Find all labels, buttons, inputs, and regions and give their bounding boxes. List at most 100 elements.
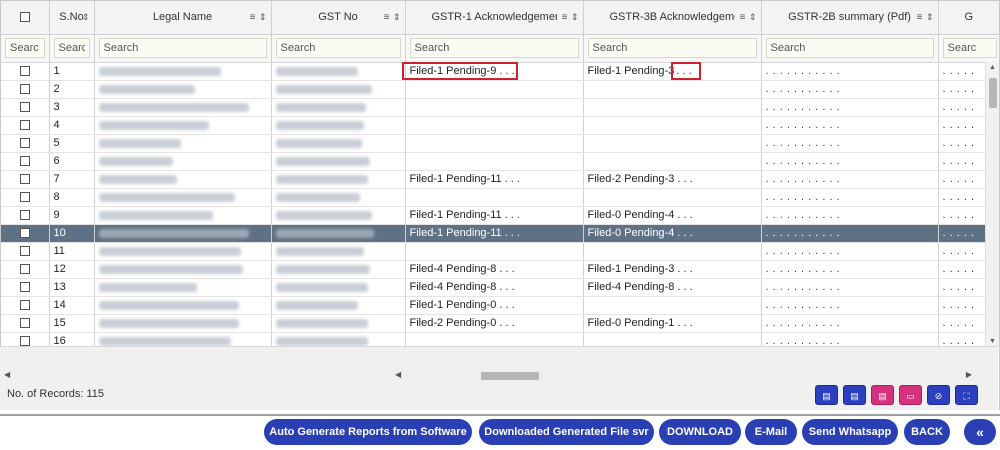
- sort-icon[interactable]: ⇕: [259, 12, 267, 23]
- gstr2b-status[interactable]: . . . . . . . . . . .: [766, 119, 841, 131]
- gstr2b-status[interactable]: . . . . . . . . . . .: [766, 227, 841, 239]
- next-column-status[interactable]: . . . . .: [943, 209, 975, 221]
- column-menu-icon[interactable]: ≡: [384, 12, 390, 23]
- gstr2b-status[interactable]: . . . . . . . . . . .: [766, 101, 841, 113]
- next-column-status[interactable]: . . . . .: [943, 263, 975, 275]
- column-header-gstr2b[interactable]: GSTR-2B summary (Pdf) ≡ ⇕: [761, 1, 939, 35]
- sort-icon[interactable]: ⇕: [571, 12, 579, 23]
- row-checkbox[interactable]: [19, 138, 30, 149]
- column-header-legal-name[interactable]: Legal Name ≡ ⇕: [94, 1, 272, 35]
- table-row[interactable]: 14 Filed-1 Pending-0 . . . . . . . . . . .…: [1, 296, 999, 315]
- gstr2b-status[interactable]: . . . . . . . . . . .: [766, 137, 841, 149]
- row-checkbox[interactable]: [19, 318, 30, 329]
- next-column-status[interactable]: . . . . .: [943, 83, 975, 95]
- table-row[interactable]: 1 Filed-1 Pending-9 . . . Filed-1 Pending-…: [1, 62, 999, 81]
- column-menu-icon[interactable]: ≡: [250, 12, 256, 23]
- gstr2b-status[interactable]: . . . . . . . . . . .: [766, 245, 841, 257]
- export-pdf-button[interactable]: ▤: [871, 385, 894, 405]
- next-column-status[interactable]: . . . . .: [943, 317, 975, 329]
- export-folder-button[interactable]: ▭: [899, 385, 922, 405]
- sort-icon[interactable]: ⇕: [926, 12, 934, 23]
- export-text-button[interactable]: ▤: [843, 385, 866, 405]
- vertical-scroll-thumb[interactable]: [989, 78, 997, 108]
- column-header-gst-no[interactable]: GST No ≡ ⇕: [271, 1, 406, 35]
- email-button[interactable]: E-Mail: [745, 419, 797, 445]
- row-checkbox[interactable]: [19, 282, 30, 293]
- gstr2b-status[interactable]: . . . . . . . . . . .: [766, 155, 841, 167]
- table-row[interactable]: 15 Filed-2 Pending-0 . . . Filed-0 Pending…: [1, 314, 999, 333]
- filter-input-gstr2b[interactable]: [765, 38, 934, 58]
- filter-input-gstr3b[interactable]: [587, 38, 757, 58]
- gstr2b-status[interactable]: . . . . . . . . . . .: [766, 209, 841, 221]
- send-whatsapp-button[interactable]: Send Whatsapp: [802, 419, 898, 445]
- vertical-scrollbar[interactable]: ▲ ▼: [985, 62, 999, 347]
- column-header-sno[interactable]: S.No ⇕: [49, 1, 95, 35]
- column-header-gstr3b[interactable]: GSTR-3B Acknowledgeme ≡ ⇕: [583, 1, 762, 35]
- row-checkbox[interactable]: [19, 264, 30, 275]
- gstr2b-status[interactable]: . . . . . . . . . . .: [766, 263, 841, 275]
- column-menu-icon[interactable]: ≡: [740, 12, 746, 23]
- select-all-checkbox[interactable]: [19, 12, 30, 23]
- row-checkbox[interactable]: [19, 300, 30, 311]
- collapse-icon[interactable]: «: [964, 419, 996, 445]
- filter-input-select[interactable]: [5, 38, 45, 58]
- table-row[interactable]: 6 . . . . . . . . . . . . . . . .: [1, 152, 999, 171]
- table-row[interactable]: 5 . . . . . . . . . . . . . . . .: [1, 134, 999, 153]
- auto-generate-reports-button[interactable]: Auto Generate Reports from Software: [264, 419, 472, 445]
- sort-icon[interactable]: ⇕: [749, 12, 757, 23]
- gstr2b-status[interactable]: . . . . . . . . . . .: [766, 299, 841, 311]
- next-column-status[interactable]: . . . . .: [943, 137, 975, 149]
- row-checkbox[interactable]: [19, 246, 30, 257]
- table-row[interactable]: 8 . . . . . . . . . . . . . . . .: [1, 188, 999, 207]
- column-menu-icon[interactable]: ≡: [562, 12, 568, 23]
- table-row[interactable]: 13 Filed-4 Pending-8 . . . Filed-4 Pending…: [1, 278, 999, 297]
- table-row[interactable]: 10 Filed-1 Pending-11 . . . Filed-0 Pendin…: [1, 224, 999, 243]
- row-checkbox[interactable]: [19, 210, 30, 221]
- horizontal-scroll-thumb[interactable]: [481, 372, 539, 380]
- row-checkbox[interactable]: [19, 174, 30, 185]
- fullscreen-button[interactable]: ⛶: [955, 385, 978, 405]
- column-header-next[interactable]: G: [938, 1, 999, 35]
- filter-input-legal-name[interactable]: [98, 38, 267, 58]
- table-row[interactable]: 3 . . . . . . . . . . . . . . . .: [1, 98, 999, 117]
- gstr2b-status[interactable]: . . . . . . . . . . .: [766, 83, 841, 95]
- scroll-left-icon[interactable]: ◀: [395, 370, 401, 379]
- horizontal-scrollbar[interactable]: ◀ ◀ ▶: [0, 369, 976, 383]
- gstr2b-status[interactable]: . . . . . . . . . . .: [766, 173, 841, 185]
- column-menu-icon[interactable]: ≡: [917, 12, 923, 23]
- scroll-left-icon[interactable]: ◀: [4, 370, 10, 379]
- table-row[interactable]: 11 . . . . . . . . . . . . . . . .: [1, 242, 999, 261]
- table-row[interactable]: 7 Filed-1 Pending-11 . . . Filed-2 Pending…: [1, 170, 999, 189]
- back-button[interactable]: BACK: [904, 419, 950, 445]
- row-checkbox[interactable]: [19, 84, 30, 95]
- row-checkbox[interactable]: [19, 102, 30, 113]
- row-checkbox[interactable]: [19, 66, 30, 77]
- filter-input-next[interactable]: [942, 38, 997, 58]
- gstr2b-status[interactable]: . . . . . . . . . . .: [766, 317, 841, 329]
- filter-input-gst-no[interactable]: [275, 38, 401, 58]
- column-header-gstr1[interactable]: GSTR-1 Acknowledgemer ≡ ⇕: [405, 1, 584, 35]
- next-column-status[interactable]: . . . . .: [943, 227, 975, 239]
- sort-icon[interactable]: ⇕: [82, 12, 90, 23]
- table-row[interactable]: 4 . . . . . . . . . . . . . . . .: [1, 116, 999, 135]
- next-column-status[interactable]: . . . . .: [943, 299, 975, 311]
- hide-columns-button[interactable]: ⊘: [927, 385, 950, 405]
- sort-icon[interactable]: ⇕: [393, 12, 401, 23]
- row-checkbox[interactable]: [19, 336, 30, 347]
- row-checkbox[interactable]: [19, 228, 30, 239]
- next-column-status[interactable]: . . . . .: [943, 119, 975, 131]
- next-column-status[interactable]: . . . . .: [943, 191, 975, 203]
- next-column-status[interactable]: . . . . .: [943, 245, 975, 257]
- download-button[interactable]: DOWNLOAD: [659, 419, 741, 445]
- gstr3b-more[interactable]: . . .: [676, 65, 691, 77]
- table-row[interactable]: 9 Filed-1 Pending-11 . . . Filed-0 Pending…: [1, 206, 999, 225]
- row-checkbox[interactable]: [19, 156, 30, 167]
- next-column-status[interactable]: . . . . .: [943, 65, 975, 77]
- scroll-up-icon[interactable]: ▲: [989, 64, 996, 71]
- next-column-status[interactable]: . . . . .: [943, 101, 975, 113]
- next-column-status[interactable]: . . . . .: [943, 173, 975, 185]
- filter-input-gstr1[interactable]: [409, 38, 579, 58]
- scroll-down-icon[interactable]: ▼: [989, 338, 996, 345]
- gstr2b-status[interactable]: . . . . . . . . . . .: [766, 281, 841, 293]
- row-checkbox[interactable]: [19, 120, 30, 131]
